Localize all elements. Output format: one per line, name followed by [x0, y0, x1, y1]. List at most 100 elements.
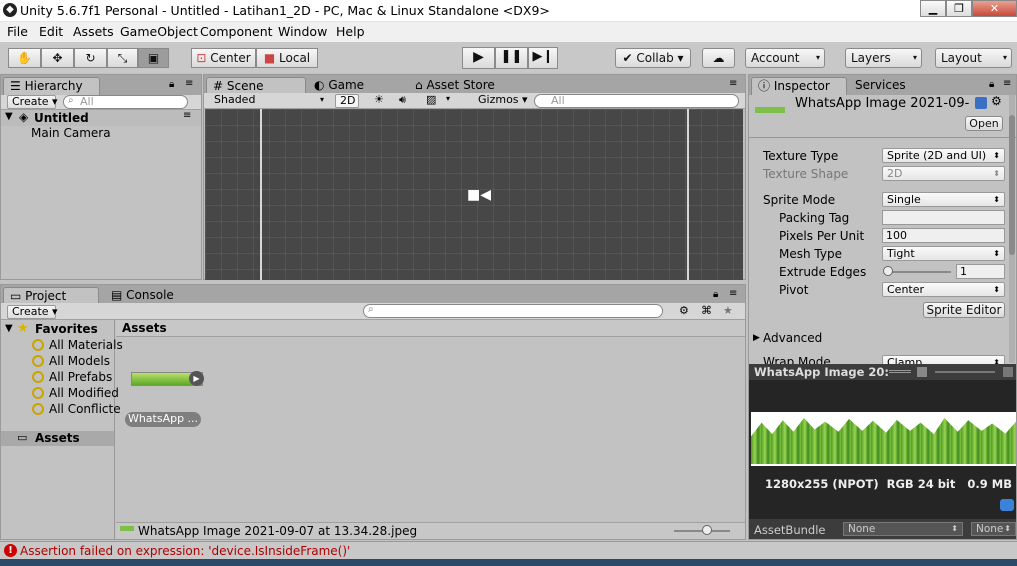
rect-tool-button[interactable]: ▣ — [138, 48, 169, 68]
panel-menu-icon[interactable]: ≡ — [185, 78, 193, 89]
mip-slider[interactable] — [935, 371, 995, 373]
hierarchy-tabbar: ☰ Hierarchy 🔒︎ ≡ — [1, 75, 201, 95]
status-bar[interactable]: ! Assertion failed on expression: 'devic… — [0, 541, 1017, 559]
favorite-star-icon[interactable]: ★ — [723, 304, 733, 317]
lock-icon[interactable]: 🔒︎ — [989, 79, 994, 90]
zoom-slider-thumb[interactable] — [702, 525, 712, 535]
panel-menu-icon[interactable]: ≡ — [729, 288, 737, 299]
menu-edit[interactable]: Edit — [39, 24, 63, 39]
favorite-item[interactable]: All Modified — [32, 386, 119, 400]
menu-help[interactable]: Help — [336, 24, 365, 39]
preview-header[interactable]: WhatsApp Image 20: — [749, 364, 1016, 380]
layout-dropdown[interactable]: Layout ▾ — [935, 48, 1012, 68]
lock-icon[interactable]: 🔒︎ — [169, 79, 174, 90]
move-tool-button[interactable]: ✥ — [41, 48, 74, 68]
project-create-dropdown[interactable]: Create ▾ — [7, 305, 58, 319]
settings-gear-icon[interactable]: ⚙ — [991, 94, 1002, 108]
hierarchy-item[interactable]: Main Camera — [31, 126, 111, 140]
pause-button[interactable]: ❚❚ — [495, 47, 528, 69]
light-icon[interactable]: ☀ — [374, 93, 384, 106]
hierarchy-create-dropdown[interactable]: Create ▾ — [7, 95, 58, 109]
extrude-edges-input[interactable]: 1 — [956, 264, 1005, 279]
favorites-label[interactable]: Favorites — [35, 322, 98, 336]
assetbundle-variant-dropdown[interactable]: None ⬍ — [971, 522, 1016, 536]
favorite-item[interactable]: All Materials — [32, 338, 123, 352]
camera-gizmo-icon[interactable]: ■◀ — [467, 187, 491, 203]
panel-menu-icon[interactable]: ≡ — [1003, 78, 1011, 89]
play-button[interactable]: ▶ — [462, 47, 495, 69]
scene-viewport[interactable]: ■◀ — [205, 109, 743, 280]
menu-component[interactable]: Component — [200, 24, 273, 39]
alpha-toggle-icon[interactable] — [917, 367, 927, 377]
pixels-per-unit-input[interactable]: 100 — [882, 228, 1005, 243]
label-tag-icon[interactable] — [1000, 499, 1014, 511]
expand-arrow-icon[interactable]: ▼ — [5, 323, 13, 334]
filter-type-icon[interactable]: ⚙ — [679, 304, 689, 317]
panel-menu-icon[interactable]: ≡ — [729, 78, 737, 89]
menu-file[interactable]: File — [7, 24, 28, 39]
rotate-tool-button[interactable]: ↻ — [74, 48, 107, 68]
packing-tag-input[interactable] — [882, 210, 1005, 225]
inspector-scrollbar[interactable] — [1009, 95, 1015, 363]
maximize-button[interactable]: ❐ — [946, 0, 972, 17]
open-button[interactable]: Open — [965, 116, 1003, 131]
shading-mode-dropdown[interactable]: Shaded ▾ — [210, 94, 328, 108]
menu-assets[interactable]: Assets — [73, 24, 114, 39]
favorite-item-label: All Conflicte — [49, 402, 121, 416]
layers-dropdown[interactable]: Layers ▾ — [845, 48, 922, 68]
scene-header[interactable]: ▼ ◈ Untitled ≡ — [1, 110, 201, 126]
wrap-mode-dropdown[interactable]: Clamp ⬍ — [882, 355, 1005, 364]
expand-arrow-icon[interactable]: ▶ — [753, 333, 760, 343]
lock-icon[interactable]: 🔒︎ — [713, 289, 718, 300]
scene-search-input[interactable]: All — [534, 94, 739, 108]
hand-tool-button[interactable]: ✋ — [8, 48, 41, 68]
extrude-edges-slider[interactable] — [885, 271, 951, 273]
effects-dropdown-icon[interactable]: ▾ — [446, 94, 450, 103]
mesh-type-dropdown[interactable]: Tight ⬍ — [882, 246, 1005, 261]
hierarchy-search-input[interactable]: All — [63, 95, 188, 109]
collab-dropdown[interactable]: ✔ Collab ▾ — [615, 48, 691, 68]
sprite-mode-dropdown[interactable]: Single ⬍ — [882, 192, 1005, 207]
pivot-center-button[interactable]: ⊡ Center — [191, 48, 256, 68]
favorite-item[interactable]: All Conflicte — [32, 402, 121, 416]
pivot-local-button[interactable]: ■ Local — [256, 48, 318, 68]
help-icon[interactable] — [975, 97, 987, 109]
extrude-slider-thumb[interactable] — [883, 266, 893, 276]
scene-menu-icon[interactable]: ≡ — [183, 110, 191, 121]
scrollbar-thumb[interactable] — [1009, 115, 1015, 255]
expand-arrow-icon[interactable]: ▼ — [5, 111, 13, 122]
scale-tool-button[interactable]: ⤡ — [107, 48, 138, 68]
audio-icon[interactable]: 🔊︎ — [399, 93, 406, 107]
project-search-input[interactable] — [363, 304, 663, 318]
breadcrumb-assets[interactable]: Assets — [122, 321, 167, 335]
close-button[interactable]: ✕ — [972, 0, 1017, 17]
gizmos-dropdown[interactable]: Gizmos ▾ — [474, 94, 528, 108]
unity-logo-icon: ◆ — [3, 3, 17, 17]
effects-icon[interactable]: ▨ — [426, 93, 436, 106]
tab-hierarchy[interactable]: ☰ Hierarchy — [3, 77, 100, 95]
asset-label[interactable]: WhatsApp ... — [125, 412, 201, 427]
sprite-editor-button[interactable]: Sprite Editor — [923, 302, 1005, 318]
2d-toggle[interactable]: 2D — [335, 94, 359, 108]
cloud-button[interactable]: ☁ — [702, 48, 735, 68]
favorite-item[interactable]: All Prefabs — [32, 370, 112, 384]
assets-folder[interactable]: ▭ Assets — [1, 431, 114, 446]
filter-label-icon[interactable]: ⌘ — [701, 304, 712, 317]
tab-services[interactable]: Services — [849, 77, 945, 95]
layers-label: Layers — [851, 51, 891, 65]
account-dropdown[interactable]: Account ▾ — [745, 48, 825, 68]
unity-scene-icon: ◈ — [19, 110, 29, 124]
favorite-item[interactable]: All Models — [32, 354, 110, 368]
pivot-dropdown[interactable]: Center ⬍ — [882, 282, 1005, 297]
expand-sprite-icon[interactable]: ▶ — [189, 371, 204, 386]
advanced-foldout[interactable]: Advanced — [763, 331, 822, 345]
step-button[interactable]: ▶❙ — [528, 47, 558, 69]
menu-window[interactable]: Window — [278, 24, 327, 39]
play-icon: ▶ — [473, 49, 484, 65]
minimize-button[interactable]: ▁ — [920, 0, 946, 17]
menu-gameobject[interactable]: GameObject — [120, 24, 198, 39]
drag-handle-icon[interactable] — [889, 370, 911, 373]
texture-type-dropdown[interactable]: Sprite (2D and UI) ⬍ — [882, 148, 1005, 163]
tab-inspector[interactable]: ⓘ Inspector — [751, 77, 847, 95]
assetbundle-dropdown[interactable]: None ⬍ — [843, 522, 963, 536]
